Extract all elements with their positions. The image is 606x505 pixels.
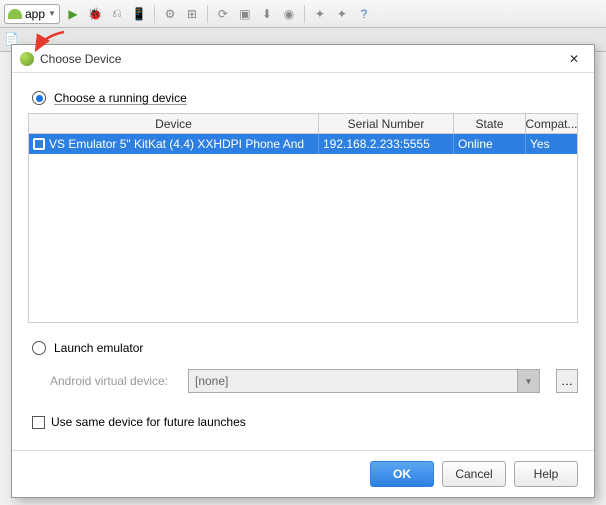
td-device: VS Emulator 5" KitKat (4.4) XXHDPI Phone… — [29, 134, 319, 154]
tool1-icon[interactable]: ✦ — [311, 5, 329, 23]
run-button[interactable]: ▶ — [64, 5, 82, 23]
sdk-icon[interactable]: ⬇ — [258, 5, 276, 23]
toolbar-separator — [154, 5, 155, 23]
main-toolbar: app ▼ ▶ 🐞 ⎌ 📱 ⚙ ⊞ ⟳ ▣ ⬇ ◉ ✦ ✦ ? — [0, 0, 606, 28]
toolbar-separator — [207, 5, 208, 23]
use-same-checkbox[interactable] — [32, 416, 45, 429]
settings-icon[interactable]: ⚙ — [161, 5, 179, 23]
choose-device-dialog: Choose Device ✕ Choose a running device … — [11, 44, 595, 498]
launch-emulator-radio[interactable] — [32, 341, 46, 355]
choose-running-radio-row[interactable]: Choose a running device — [32, 91, 578, 105]
use-same-label: Use same device for future launches — [51, 415, 246, 429]
android-app-icon — [8, 7, 22, 21]
structure-icon[interactable]: ⊞ — [183, 5, 201, 23]
dialog-app-icon — [20, 52, 34, 66]
td-state: Online — [454, 134, 526, 154]
td-serial: 192.168.2.233:5555 — [319, 134, 454, 154]
run-config-label: app — [25, 7, 45, 21]
device-button[interactable]: 📱 — [130, 5, 148, 23]
run-config-dropdown[interactable]: app ▼ — [4, 4, 60, 24]
sync-icon[interactable]: ⟳ — [214, 5, 232, 23]
choose-running-label: Choose a running device — [54, 91, 187, 105]
table-header: Device Serial Number State Compat... — [29, 114, 577, 134]
chevron-down-icon: ▼ — [48, 9, 56, 18]
avd-more-button[interactable]: … — [556, 369, 578, 393]
th-compat[interactable]: Compat... — [526, 114, 577, 133]
device-icon — [33, 138, 45, 150]
dialog-title: Choose Device — [40, 52, 562, 66]
launch-emulator-label: Launch emulator — [54, 341, 143, 355]
toolbar-separator — [304, 5, 305, 23]
th-serial[interactable]: Serial Number — [319, 114, 454, 133]
device-table: Device Serial Number State Compat... VS … — [28, 113, 578, 323]
dialog-footer: OK Cancel Help — [12, 450, 594, 497]
avd-dropdown-button[interactable]: ▼ — [518, 369, 540, 393]
td-device-text: VS Emulator 5" KitKat (4.4) XXHDPI Phone… — [49, 137, 304, 151]
ok-button[interactable]: OK — [370, 461, 434, 487]
avd-icon[interactable]: ▣ — [236, 5, 254, 23]
avd-row: Android virtual device: [none] ▼ … — [50, 369, 578, 393]
tool2-icon[interactable]: ✦ — [333, 5, 351, 23]
dialog-titlebar: Choose Device ✕ — [12, 45, 594, 73]
use-same-checkbox-row[interactable]: Use same device for future launches — [32, 415, 578, 429]
cancel-button[interactable]: Cancel — [442, 461, 506, 487]
debug-button[interactable]: 🐞 — [86, 5, 104, 23]
dialog-body: Choose a running device Device Serial Nu… — [12, 73, 594, 450]
table-row[interactable]: VS Emulator 5" KitKat (4.4) XXHDPI Phone… — [29, 134, 577, 154]
th-device[interactable]: Device — [29, 114, 319, 133]
avd-select[interactable]: [none] ▼ — [188, 369, 540, 393]
launch-emulator-radio-row[interactable]: Launch emulator — [32, 341, 578, 355]
td-compat: Yes — [526, 134, 577, 154]
choose-running-radio[interactable] — [32, 91, 46, 105]
avd-label: Android virtual device: — [50, 374, 178, 388]
th-state[interactable]: State — [454, 114, 526, 133]
help-button[interactable]: Help — [514, 461, 578, 487]
android-icon[interactable]: ◉ — [280, 5, 298, 23]
close-button[interactable]: ✕ — [562, 49, 586, 69]
chevron-down-icon: ▼ — [525, 377, 533, 386]
avd-select-value: [none] — [188, 369, 518, 393]
attach-button[interactable]: ⎌ — [108, 5, 126, 23]
help-icon[interactable]: ? — [355, 5, 373, 23]
